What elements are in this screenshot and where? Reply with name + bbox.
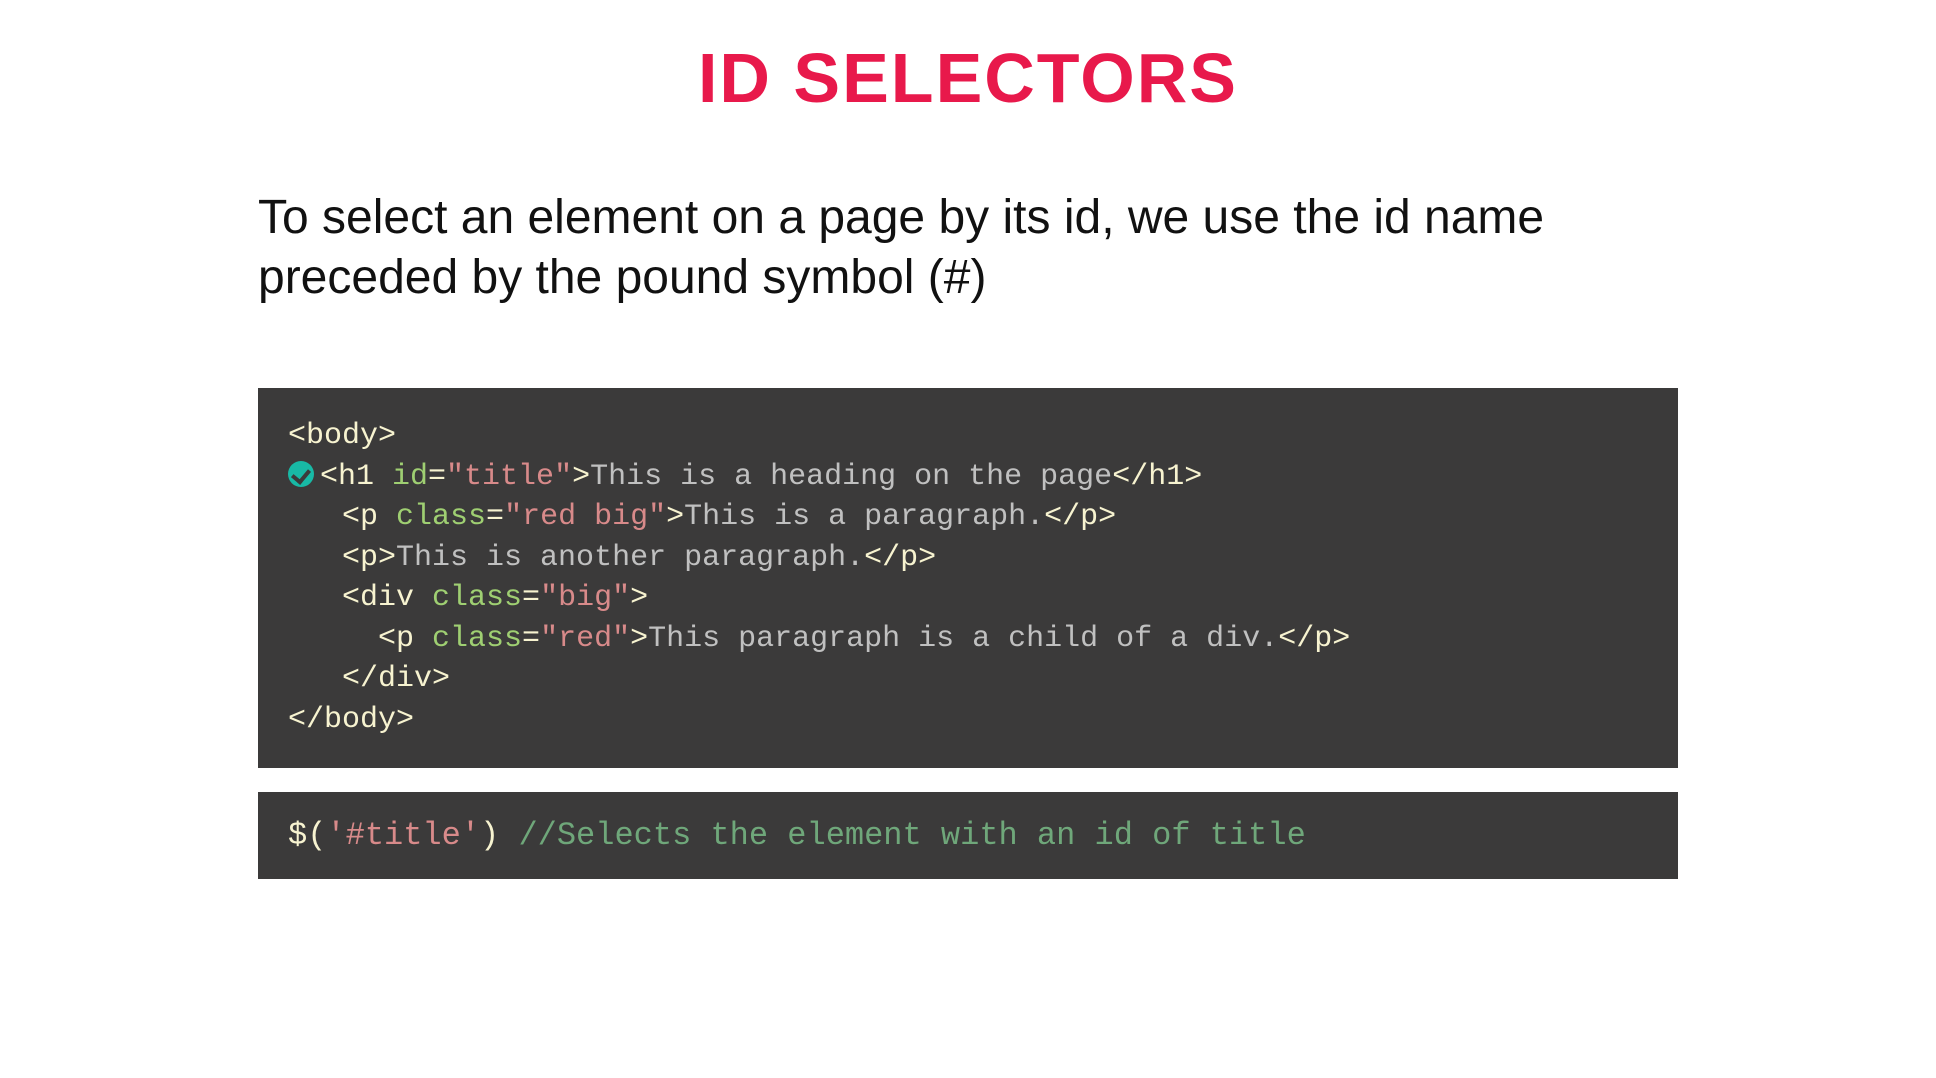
slide-title: ID SELECTORS: [228, 38, 1708, 118]
check-icon: [288, 461, 314, 487]
slide-description: To select an element on a page by its id…: [258, 188, 1678, 308]
code-block-html: <body> <h1 id="title">This is a heading …: [258, 388, 1678, 768]
code-block-jquery: $('#title') //Selects the element with a…: [258, 792, 1678, 879]
slide: ID SELECTORS To select an element on a p…: [228, 0, 1708, 879]
